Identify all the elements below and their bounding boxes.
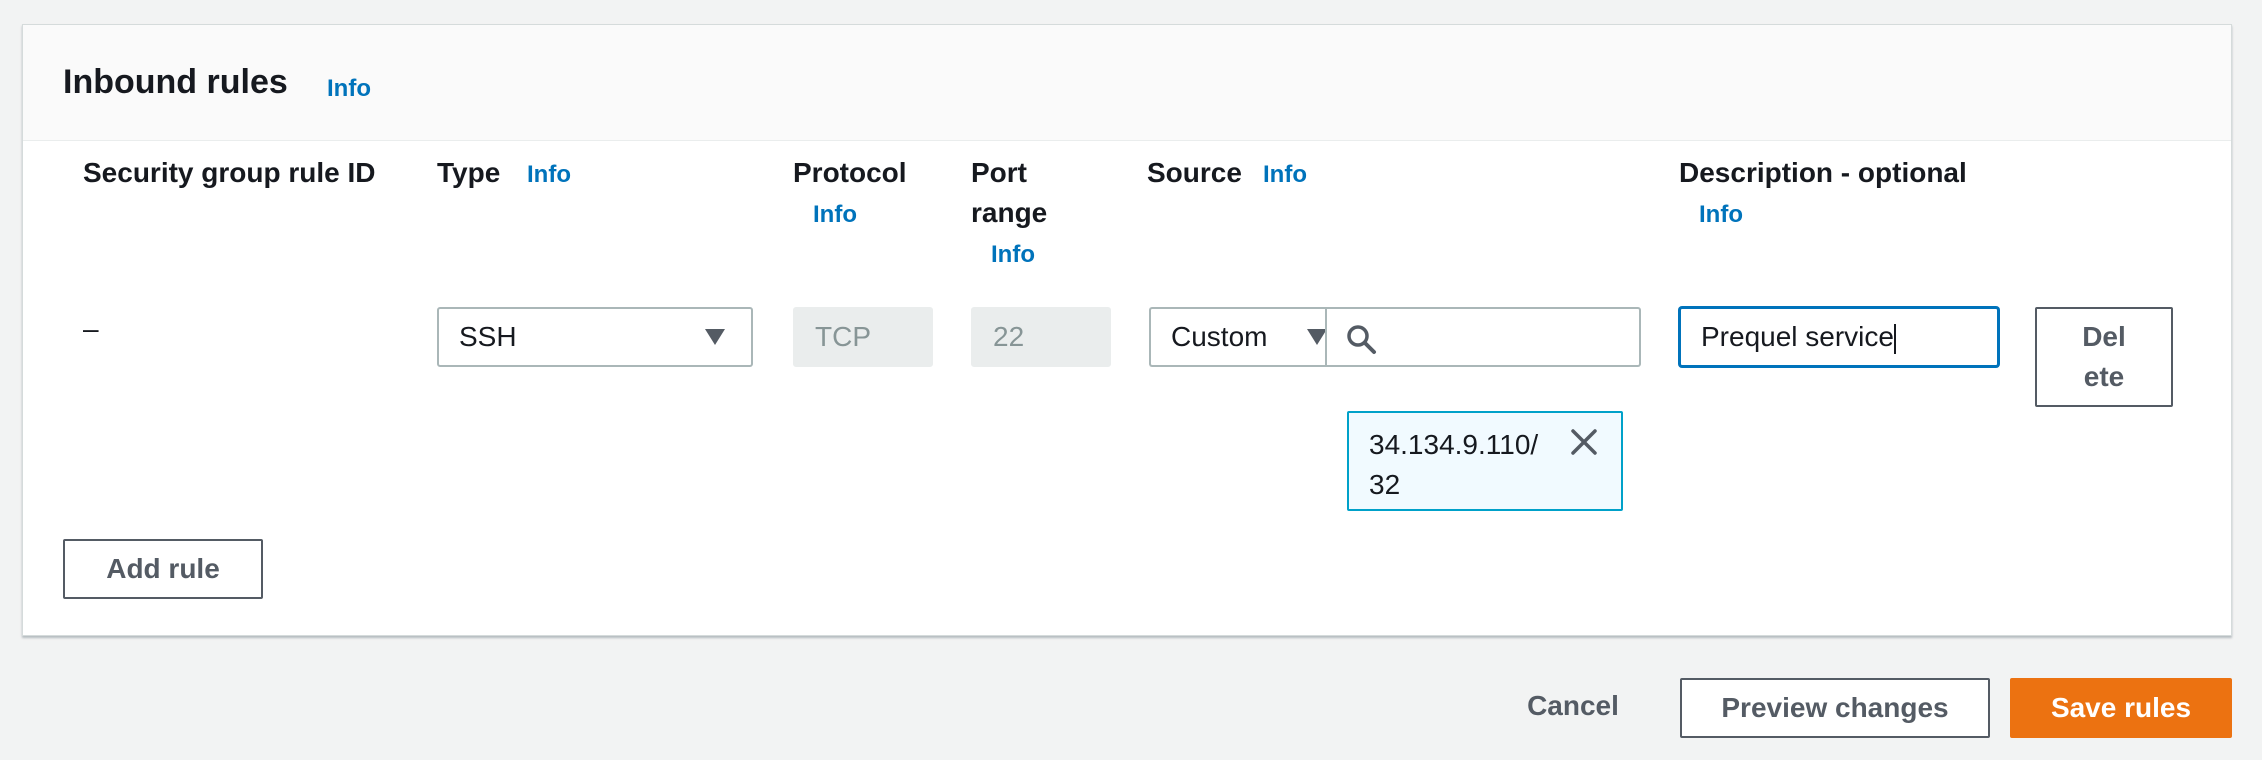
col-header-type: Type (437, 157, 501, 188)
type-select[interactable]: SSH (437, 307, 753, 367)
source-type-select[interactable]: Custom (1149, 307, 1329, 367)
col-header-source: Source (1147, 157, 1242, 188)
port-range-field: 22 (971, 307, 1111, 367)
description-value: Prequel service (1701, 321, 1894, 352)
panel-info-link[interactable]: Info (327, 75, 371, 103)
panel-title: Inbound rules (63, 63, 288, 101)
panel-header: Inbound rules Info (23, 25, 2231, 141)
preview-changes-button[interactable]: Preview changes (1680, 678, 1990, 738)
delete-label-line1: Del (2082, 321, 2126, 352)
inbound-rules-panel: Inbound rules Info Security group rule I… (22, 24, 2232, 636)
col-header-rule-id: Security group rule ID (83, 157, 376, 188)
delete-rule-button[interactable]: Del ete (2035, 307, 2173, 407)
type-select-value: SSH (459, 321, 517, 352)
protocol-value: TCP (815, 321, 871, 352)
description-info-link[interactable]: Info (1699, 201, 1743, 229)
save-label: Save rules (2050, 692, 2192, 723)
delete-label-line2: ete (2083, 361, 2125, 392)
col-header-protocol: Protocol (793, 157, 907, 188)
col-header-description: Description - optional (1679, 157, 1967, 188)
source-token-line2: 32 (1369, 469, 1401, 500)
protocol-field: TCP (793, 307, 933, 367)
rule-id-value: – (83, 313, 99, 344)
col-header-port-line1: Port (971, 157, 1027, 188)
source-type-value: Custom (1171, 321, 1268, 352)
search-icon (1347, 325, 1376, 354)
port-range-value: 22 (993, 321, 1025, 352)
port-info-link[interactable]: Info (991, 241, 1035, 269)
source-search-input[interactable] (1325, 307, 1641, 367)
cancel-label: Cancel (1527, 690, 1619, 721)
text-cursor (1893, 323, 1896, 354)
close-icon[interactable] (1569, 427, 1599, 457)
type-info-link[interactable]: Info (527, 161, 571, 189)
caret-down-icon (1307, 329, 1327, 345)
add-rule-label: Add rule (106, 553, 220, 584)
col-header-port-line2: range (971, 197, 1048, 228)
protocol-info-link[interactable]: Info (813, 201, 857, 229)
caret-down-icon (705, 329, 725, 345)
description-input[interactable]: Prequel service (1679, 307, 1999, 367)
save-rules-button[interactable]: Save rules (2010, 678, 2232, 738)
cancel-button[interactable]: Cancel (1508, 678, 1638, 738)
preview-label: Preview changes (1721, 692, 1949, 723)
source-token: 34.134.9.110/ 32 (1347, 411, 1623, 511)
source-token-line1: 34.134.9.110/ (1369, 429, 1539, 460)
source-info-link[interactable]: Info (1263, 161, 1307, 189)
add-rule-button[interactable]: Add rule (63, 539, 263, 599)
